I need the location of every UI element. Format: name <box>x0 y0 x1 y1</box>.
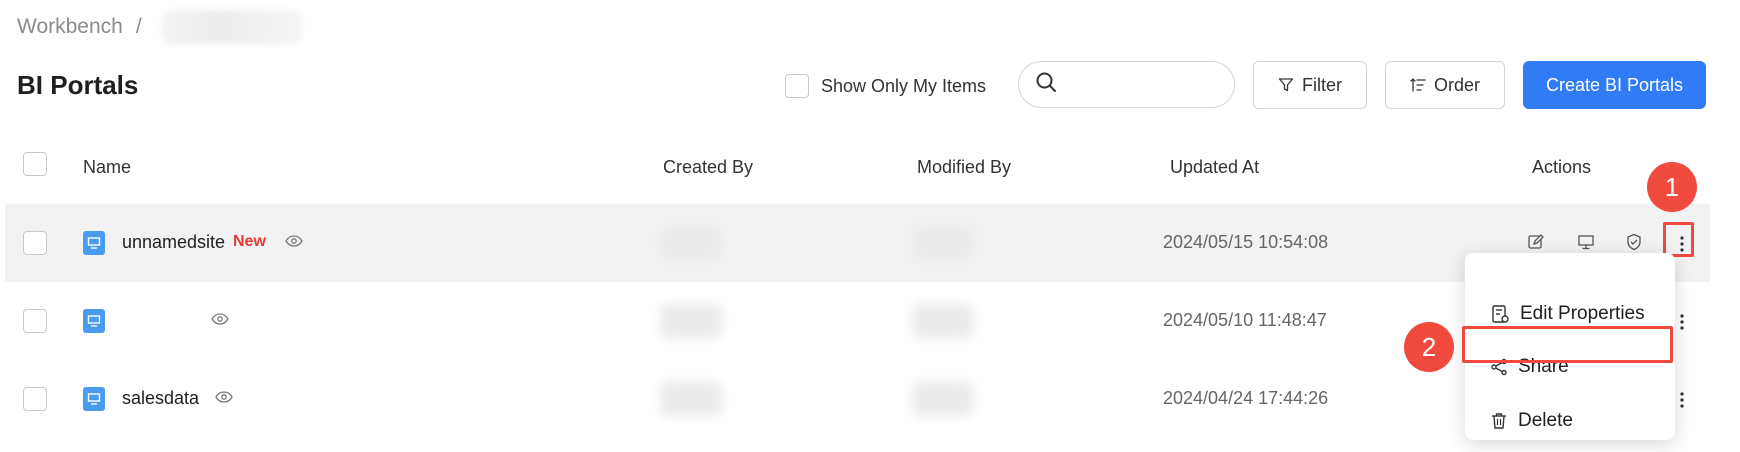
menu-item-label: Delete <box>1518 410 1573 431</box>
table-row[interactable]: unnamedsite New 2024/05/15 10:54:08 <box>5 204 1710 282</box>
show-only-my-items-checkbox[interactable] <box>785 74 809 98</box>
preview-eye-icon[interactable] <box>285 234 303 248</box>
annotation-highlight-share <box>1462 326 1673 363</box>
annotation-step-1: 1 <box>1647 162 1697 212</box>
modified-by-blurred <box>912 304 974 338</box>
column-header-modified-by: Modified By <box>917 157 1012 177</box>
show-only-my-items-label: Show Only My Items <box>821 75 987 96</box>
edit-properties-icon <box>1490 304 1510 324</box>
portal-name-link[interactable]: unnamedsite <box>122 232 225 253</box>
created-by-blurred <box>660 226 722 260</box>
column-header-updated-at[interactable]: Updated At <box>1170 157 1259 178</box>
monitor-icon[interactable] <box>1577 233 1595 251</box>
portal-name-link[interactable]: salesdata <box>122 388 199 409</box>
annotation-step-2: 2 <box>1404 322 1454 372</box>
menu-item-label: Edit Properties <box>1520 303 1645 324</box>
search-icon <box>1035 71 1057 98</box>
annotation-highlight-more <box>1663 222 1694 257</box>
trash-icon <box>1490 412 1508 430</box>
created-by-blurred <box>660 304 722 338</box>
table-row[interactable]: 2024/05/10 11:48:47 <box>5 282 1710 360</box>
new-badge: New <box>233 233 266 250</box>
filter-label: Filter <box>1302 74 1342 95</box>
search-box <box>1018 61 1286 108</box>
show-only-my-items-toggle[interactable]: Show Only My Items <box>785 74 986 98</box>
modified-by-blurred <box>912 382 974 416</box>
column-header-created-by: Created By <box>663 157 754 177</box>
column-header-actions: Actions <box>1532 157 1592 177</box>
breadcrumb-workbench-link[interactable]: Workbench <box>17 15 123 39</box>
order-label: Order <box>1433 74 1480 95</box>
breadcrumb-current-blurred <box>161 10 302 44</box>
updated-at: 2024/04/24 17:44:26 <box>1163 388 1329 408</box>
sort-icon <box>1410 77 1426 93</box>
order-button[interactable]: Order <box>1385 61 1505 109</box>
filter-button[interactable]: Filter <box>1253 61 1367 109</box>
breadcrumb: Workbench / <box>17 10 302 44</box>
shield-icon[interactable] <box>1625 233 1643 251</box>
select-all-checkbox[interactable] <box>23 152 47 176</box>
portal-icon <box>83 309 105 333</box>
breadcrumb-separator: / <box>135 15 142 38</box>
portal-icon <box>83 387 105 411</box>
create-bi-portals-button[interactable]: Create BI Portals <box>1523 61 1706 109</box>
portal-icon <box>83 231 105 255</box>
modified-by-blurred <box>912 226 974 260</box>
menu-item-delete[interactable]: Delete <box>1465 398 1675 444</box>
updated-at: 2024/05/10 11:48:47 <box>1163 310 1327 330</box>
row-checkbox[interactable] <box>23 387 47 411</box>
created-by-blurred <box>660 382 722 416</box>
edit-icon[interactable] <box>1527 233 1545 251</box>
column-header-name[interactable]: Name <box>83 157 131 178</box>
updated-at: 2024/05/15 10:54:08 <box>1163 232 1329 252</box>
row-checkbox[interactable] <box>23 309 47 333</box>
row-checkbox[interactable] <box>23 231 47 255</box>
table-row[interactable]: salesdata 2024/04/24 17:44:26 <box>5 360 1710 438</box>
filter-icon <box>1278 77 1294 93</box>
page-title: BI Portals <box>17 70 139 100</box>
preview-eye-icon[interactable] <box>211 312 229 326</box>
preview-eye-icon[interactable] <box>215 390 233 404</box>
